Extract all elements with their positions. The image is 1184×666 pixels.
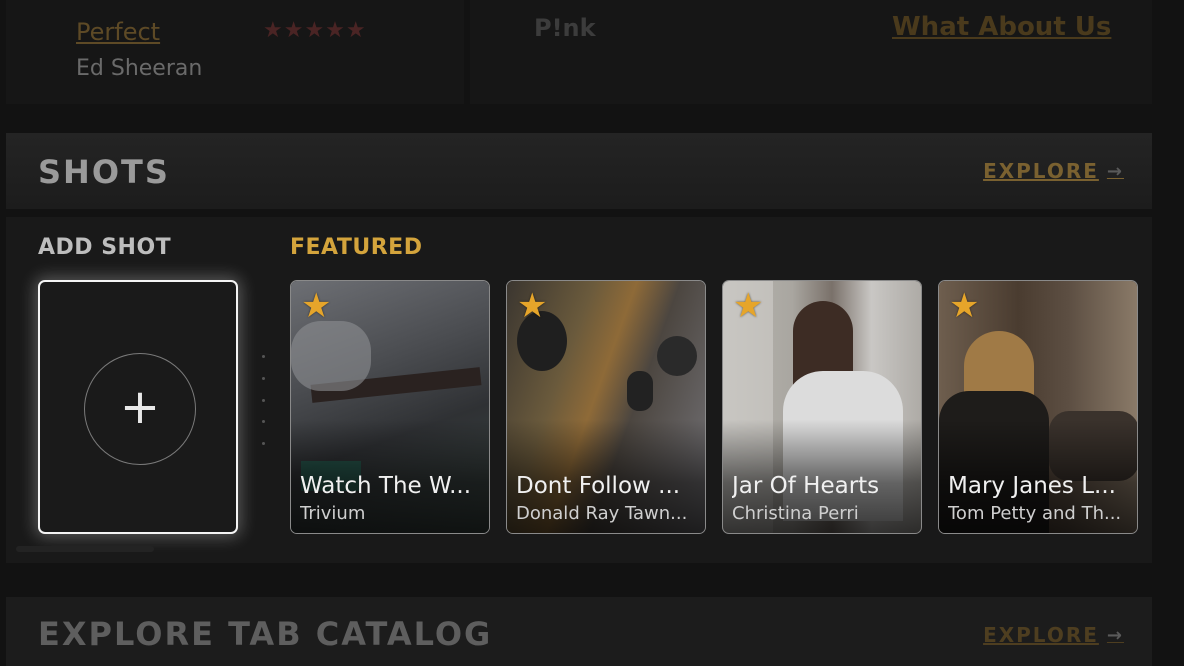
catalog-section-header: EXPLORE TAB CATALOG EXPLORE → [6, 597, 1152, 666]
arrow-right-icon: → [1106, 624, 1124, 646]
shot-title: Jar Of Hearts [732, 473, 880, 499]
explore-label: EXPLORE [983, 623, 1099, 647]
shot-artist: Donald Ray Tawn... [516, 503, 688, 524]
section-title: EXPLORE TAB CATALOG [38, 615, 493, 653]
add-shot-button[interactable]: + [38, 280, 238, 534]
shot-artist: Tom Petty and Th... [948, 503, 1122, 524]
featured-shot-card[interactable]: ★ Dont Follow ... Donald Ray Tawn... [506, 280, 706, 534]
explore-catalog-link[interactable]: EXPLORE → [983, 623, 1124, 647]
add-shot-label: ADD SHOT [38, 235, 172, 260]
song-title-link[interactable]: What About Us [892, 12, 1111, 42]
shot-title: Watch The W... [300, 473, 472, 499]
song-row-cell [6, 0, 464, 104]
shot-artist: Trivium [300, 503, 366, 524]
plus-icon: + [119, 379, 161, 435]
featured-shot-card[interactable]: ★ Mary Janes L... Tom Petty and Th... [938, 280, 1138, 534]
rating-stars: ★★★★★ [263, 18, 367, 43]
featured-label: FEATURED [290, 235, 423, 260]
shot-title: Dont Follow ... [516, 473, 681, 499]
featured-star-icon: ★ [517, 286, 548, 326]
featured-star-icon: ★ [733, 286, 764, 326]
shots-section-header: SHOTS EXPLORE → [6, 133, 1152, 209]
drag-handle[interactable] [262, 355, 266, 445]
explore-shots-link[interactable]: EXPLORE → [983, 159, 1124, 183]
featured-star-icon: ★ [301, 286, 332, 326]
artist-name: P!nk [534, 14, 596, 42]
page: Perfect Ed Sheeran ★★★★★ P!nk What About… [0, 0, 1184, 666]
song-artist: Ed Sheeran [76, 56, 203, 81]
shot-artist: Christina Perri [732, 503, 859, 524]
song-title-link[interactable]: Perfect [76, 18, 160, 46]
featured-shot-card[interactable]: ★ Watch The W... Trivium [290, 280, 490, 534]
section-title: SHOTS [38, 153, 170, 191]
horizontal-scrollbar[interactable] [16, 546, 154, 552]
explore-label: EXPLORE [983, 159, 1099, 183]
arrow-right-icon: → [1106, 160, 1124, 182]
add-circle: + [84, 353, 196, 465]
featured-shot-card[interactable]: ★ Jar Of Hearts Christina Perri [722, 280, 922, 534]
shot-title: Mary Janes L... [948, 473, 1116, 499]
featured-star-icon: ★ [949, 286, 980, 326]
